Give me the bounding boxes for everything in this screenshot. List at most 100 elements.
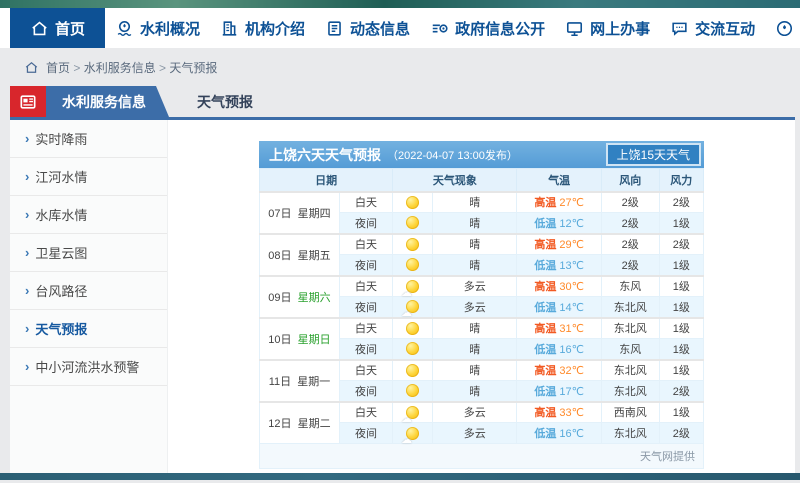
condition-cell: 晴 [432,338,518,360]
wind-power-cell: 2级 [658,380,705,402]
water-overview-icon [115,19,134,38]
wind-power-cell: 2级 [658,190,705,213]
footer-strip [0,473,800,480]
sun-icon [392,212,434,234]
period-cell-day: 白天 [338,400,394,423]
breadcrumb-link[interactable]: 首页 [46,61,70,75]
tab-bar: 水利服务信息 天气预报 [10,86,795,120]
chevron-right-icon: › [25,283,30,298]
nav-item-building[interactable]: 机构介绍 [210,8,315,48]
condition-cell: 多云 [432,274,518,297]
forecast-table: 日期 天气现象 气温 风向 风力 07日 星期四 白天晴高温 27℃ 2级 2级 夜间晴… [258,168,705,446]
period-cell-day: 白天 [338,190,394,213]
info-disclosure-icon [430,19,449,38]
sidebar-item-label: 台风路径 [35,284,88,299]
breadcrumb-separator: > [70,60,84,75]
sun-icon [392,232,434,255]
wind-direction-cell: 东风 [600,274,660,297]
period-cell-day: 白天 [338,232,394,255]
condition-cell: 多云 [432,422,518,444]
sidebar-item-label: 中小河流洪水预警 [35,360,140,375]
breadcrumb-items: 首页 > 水利服务信息 > 天气预报 [46,59,217,76]
forecast-day-row: 12日 星期二白天多云高温 33℃西南风1级 [259,400,705,444]
temperature-cell: 高温 30℃ [516,274,602,297]
temperature-cell: 低温 12℃ [516,212,602,234]
temperature-cell: 高温 32℃ [516,358,602,381]
nav-item-label: 政府信息公开 [455,20,546,38]
home-icon [24,60,39,75]
weather-15day-button[interactable]: 上饶15天天气 [605,143,701,166]
wind-direction-cell: 东北风 [600,358,660,381]
sidebar-item[interactable]: › 天气预报 [10,310,167,348]
weather-panel: 上饶六天天气预报 （2022-04-07 13:00发布） 上饶15天天气 日期… [258,141,705,469]
nav-item-label: 首页 [55,20,86,38]
condition-cell: 晴 [432,190,518,213]
nav-item-water-culture[interactable]: 水文化 [765,8,800,48]
news-icon [325,19,344,38]
weather-source-credit: 天气网提供 [259,444,704,469]
temperature-cell: 低温 16℃ [516,422,602,444]
nav-item-label: 动态信息 [350,20,411,38]
sun-icon [392,190,434,213]
sidebar-item[interactable]: › 实时降雨 [10,120,167,158]
nav-item-label: 水利概况 [140,20,201,38]
tab-weather-forecast[interactable]: 天气预报 [169,86,281,117]
period-cell-night: 夜间 [338,380,394,402]
wind-power-cell: 1级 [658,274,705,297]
monitor-icon [565,19,584,38]
sun-cloud-icon [392,296,434,319]
sidebar-item-label: 实时降雨 [35,132,88,147]
forecast-day-row: 07日 星期四 白天晴高温 27℃ 2级 2级 [259,190,705,234]
wind-power-cell: 1级 [658,212,705,234]
period-cell-day: 白天 [338,316,394,339]
wind-power-cell: 1级 [658,316,705,339]
nav-item-monitor[interactable]: 网上办事 [555,8,660,48]
wind-power-cell: 1级 [658,296,705,318]
condition-cell: 晴 [432,358,518,381]
sidebar-item[interactable]: › 中小河流洪水预警 [10,348,167,386]
nav-item-home[interactable]: 首页 [10,8,106,48]
wind-direction-cell: 东北风 [600,296,660,318]
sidebar-item[interactable]: › 江河水情 [10,158,167,196]
nav-item-info-disclosure[interactable]: 政府信息公开 [420,8,555,48]
temperature-cell: 低温 13℃ [516,254,602,276]
nav-item-chat[interactable]: 交流互动 [660,8,765,48]
wind-power-cell: 1级 [658,358,705,381]
wind-power-cell: 2级 [658,232,705,255]
sun-cloud-icon [392,400,434,425]
chevron-right-icon: › [25,245,30,260]
sidebar-item[interactable]: › 台风路径 [10,272,167,310]
sidebar: › 实时降雨 › 江河水情 › 水库水情 › 卫星云图 › 台风路径 › 天气预报 › 中小河流洪水预警 [10,120,168,473]
col-header-wind-power: 风力 [658,168,705,192]
wind-direction-cell: 东北风 [600,316,660,339]
forecast-header-row: 日期 天气现象 气温 风向 风力 [258,168,705,192]
condition-cell: 多云 [432,296,518,318]
sidebar-item[interactable]: › 水库水情 [10,196,167,234]
date-cell: 12日 星期二 [259,400,340,444]
date-cell: 10日 星期日 [259,316,340,360]
tab-water-service-info[interactable]: 水利服务信息 [46,86,169,117]
period-cell-night: 夜间 [338,296,394,318]
chevron-right-icon: › [25,321,30,336]
forecast-day-row: 10日 星期日 白天晴高温 31℃ 东北风 1级 [259,316,705,360]
forecast-day-row: 08日 星期五 白天晴高温 29℃ 2级 2级 [259,232,705,276]
wind-direction-cell: 东北风 [600,422,660,444]
nav-item-news[interactable]: 动态信息 [315,8,420,48]
temperature-cell: 高温 31℃ [516,316,602,339]
sidebar-item-label: 卫星云图 [35,246,88,261]
date-cell: 09日 星期六 [259,274,340,318]
temperature-cell: 低温 17℃ [516,380,602,402]
sun-icon [392,254,434,276]
sidebar-item-label: 水库水情 [35,208,88,223]
nav-item-water-overview[interactable]: 水利概况 [105,8,210,48]
sidebar-item[interactable]: › 卫星云图 [10,234,167,272]
weather-title: 上饶六天天气预报 [269,146,381,163]
breadcrumb-link[interactable]: 水利服务信息 [84,61,156,75]
col-header-temperature: 气温 [516,168,602,192]
temperature-cell: 低温 16℃ [516,338,602,360]
sun-icon [392,358,434,381]
building-icon [220,19,239,38]
forecast-day-row: 11日 星期一 白天晴高温 32℃ 东北风 1级 [259,358,705,402]
breadcrumb-link[interactable]: 天气预报 [169,61,217,75]
period-cell-night: 夜间 [338,212,394,234]
